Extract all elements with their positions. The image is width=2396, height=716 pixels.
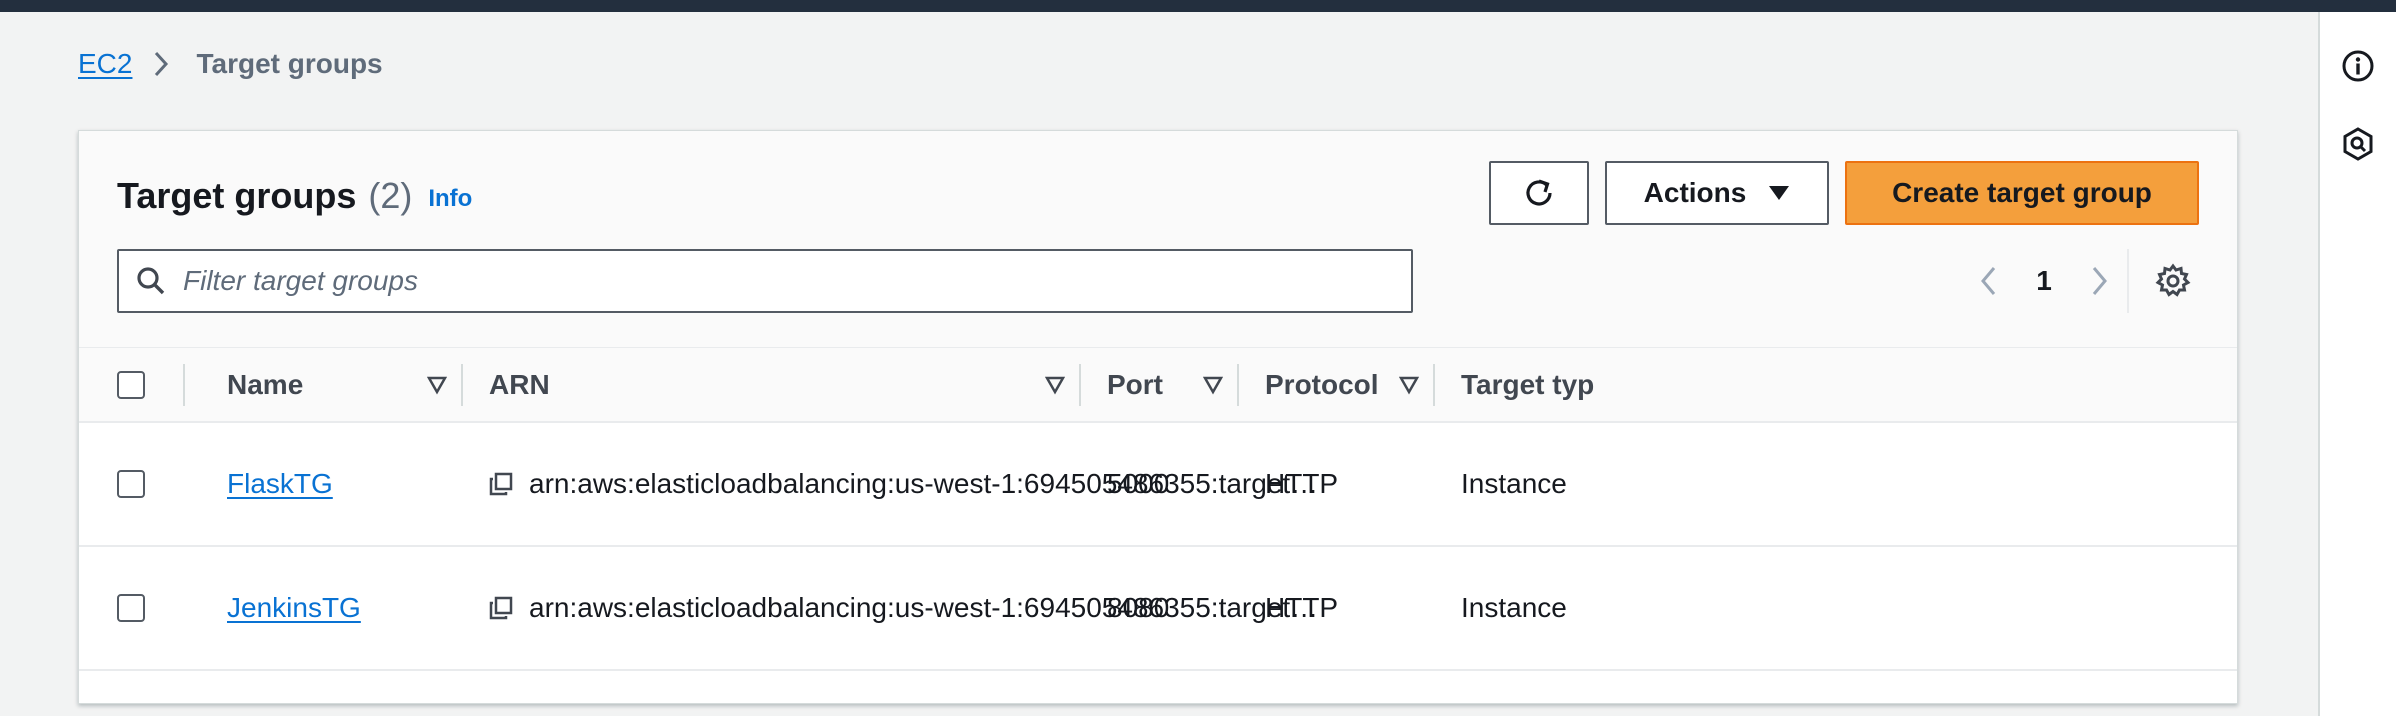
page-title: Target groups (2) Info [117,171,472,221]
port-value: 8080 [1107,592,1170,623]
breadcrumb-current: Target groups [196,48,383,79]
arn-value: arn:aws:elasticloadbalancing:us-west-1:6… [529,468,1319,499]
top-navigation-bar [0,0,2396,12]
column-divider[interactable] [1237,364,1239,406]
breadcrumb: EC2 Target groups [78,44,383,84]
chevron-right-icon[interactable] [2079,265,2119,297]
refresh-icon [1526,179,1552,206]
column-header-target-type[interactable]: Target typ [1461,348,1594,422]
filter-search-box[interactable] [117,249,1413,313]
actions-button[interactable]: Actions [1605,161,1829,225]
column-divider[interactable] [1433,364,1435,406]
column-divider[interactable] [461,364,463,406]
column-divider [183,364,185,406]
settings-gear-icon[interactable] [2153,261,2193,301]
column-divider[interactable] [1079,364,1081,406]
actions-label: Actions [1643,177,1747,208]
table-row[interactable]: JenkinsTG arn:aws:elasticloadbalancing:u… [79,547,2237,671]
target-type-value: Instance [1461,592,1567,623]
table-header: Name ARN Port Protocol Target typ [79,347,2237,423]
pagination: 1 [1969,249,2119,313]
refresh-button[interactable] [1489,161,1589,225]
search-icon [135,265,167,297]
row-checkbox[interactable] [117,470,145,498]
copy-icon[interactable] [489,596,513,620]
info-icon[interactable] [2340,48,2376,84]
create-target-group-button[interactable]: Create target group [1845,161,2199,225]
target-groups-table: Name ARN Port Protocol Target typ FlaskT… [79,347,2237,671]
column-header-name[interactable]: Name [227,348,303,422]
column-header-protocol[interactable]: Protocol [1265,348,1379,422]
protocol-value: HTTP [1265,468,1339,499]
port-value: 5000 [1107,468,1170,499]
target-type-value: Instance [1461,468,1567,499]
filter-input[interactable] [181,264,1365,298]
sort-icon[interactable] [1045,375,1065,395]
table-row[interactable]: FlaskTG arn:aws:elasticloadbalancing:us-… [79,423,2237,547]
column-header-port[interactable]: Port [1107,348,1163,422]
info-link[interactable]: Info [428,185,472,213]
target-groups-panel: Target groups (2) Info Actions Create ta… [78,130,2238,704]
select-all-checkbox[interactable] [117,371,145,399]
pager-divider [2127,249,2129,313]
sort-icon[interactable] [1399,375,1419,395]
caret-down-icon [1768,185,1790,201]
panel-header: Target groups (2) Info Actions Create ta… [79,131,2237,347]
right-tools-rail [2318,12,2396,716]
target-group-name-link[interactable]: JenkinsTG [227,592,361,624]
current-page-number[interactable]: 1 [2009,265,2079,297]
copy-icon[interactable] [489,472,513,496]
protocol-value: HTTP [1265,592,1339,623]
title-count: (2) [368,175,413,216]
sort-icon[interactable] [1203,375,1223,395]
breadcrumb-ec2-link[interactable]: EC2 [78,48,132,80]
title-text: Target groups [117,175,357,216]
target-group-name-link[interactable]: FlaskTG [227,468,333,500]
chevron-right-icon [152,50,170,78]
row-checkbox[interactable] [117,594,145,622]
security-hex-icon[interactable] [2340,126,2376,162]
arn-value: arn:aws:elasticloadbalancing:us-west-1:6… [529,592,1319,623]
chevron-left-icon[interactable] [1969,265,2009,297]
sort-icon[interactable] [427,375,447,395]
column-header-arn[interactable]: ARN [489,348,550,422]
